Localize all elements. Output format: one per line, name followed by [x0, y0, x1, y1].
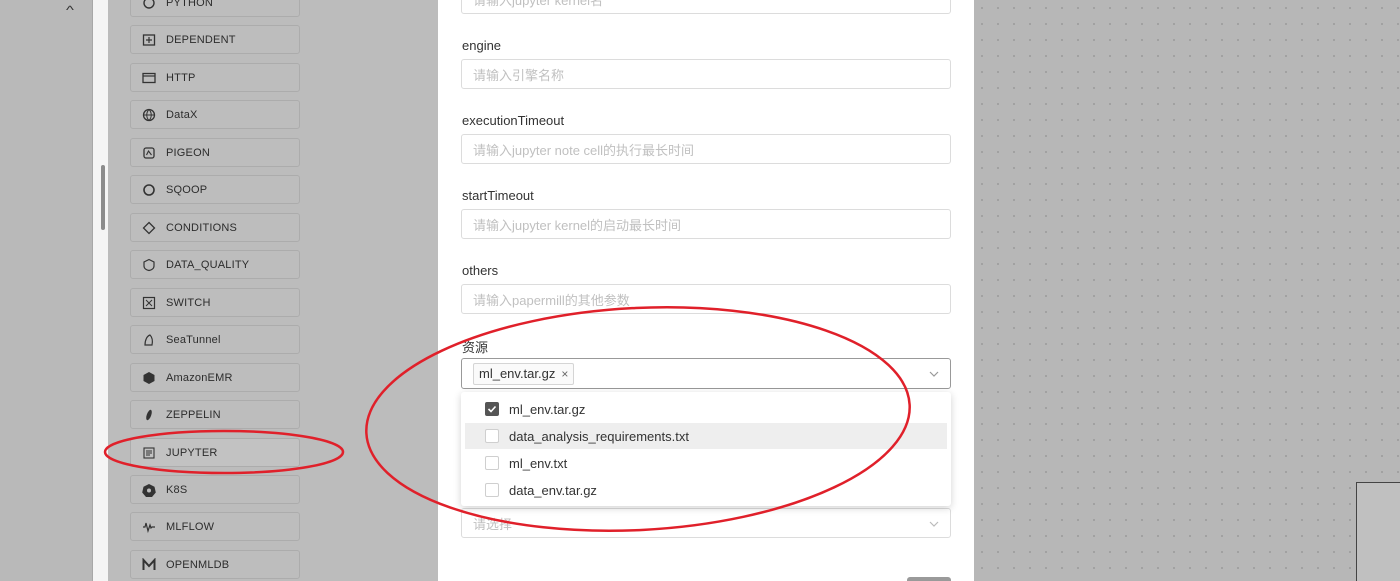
- amazonemr-icon: [142, 371, 156, 385]
- task-label: ZEPPELIN: [166, 408, 221, 421]
- chevron-down-icon[interactable]: [928, 518, 940, 530]
- datax-icon: [142, 108, 156, 122]
- task-item-mlflow[interactable]: MLFLOW: [130, 512, 300, 541]
- zeppelin-icon: [142, 408, 156, 422]
- checkbox[interactable]: [485, 456, 499, 470]
- http-icon: [142, 71, 156, 85]
- openmldb-icon: [142, 557, 156, 572]
- dependent-icon: [142, 33, 156, 47]
- task-label: SWITCH: [166, 296, 211, 309]
- task-label: JUPYTER: [166, 446, 218, 459]
- others-label: others: [462, 263, 499, 278]
- checkbox[interactable]: [485, 429, 499, 443]
- k8s-icon: [142, 483, 156, 497]
- task-label: MLFLOW: [166, 520, 215, 533]
- task-label: DataX: [166, 108, 198, 121]
- resources-label: 资源: [462, 340, 489, 355]
- execution-timeout-input[interactable]: 请输入jupyter note cell的执行最长时间: [461, 134, 951, 164]
- task-label: K8S: [166, 483, 188, 496]
- kernel-input[interactable]: 请输入jupyter kernel名: [461, 0, 951, 14]
- task-label: OPENMLDB: [166, 558, 230, 571]
- task-label: PIGEON: [166, 146, 210, 159]
- option-label: data_env.tar.gz: [509, 482, 597, 498]
- task-item-pigeon[interactable]: PIGEON: [130, 138, 300, 167]
- switch-icon: [142, 296, 156, 310]
- dropdown-option[interactable]: data_analysis_requirements.txt: [465, 423, 947, 449]
- others-input[interactable]: 请输入papermill的其他参数: [461, 284, 951, 314]
- task-item-data-quality[interactable]: DATA_QUALITY: [130, 250, 300, 279]
- task-label: SeaTunnel: [166, 333, 221, 346]
- workflow-canvas[interactable]: [974, 0, 1400, 581]
- task-item-amazonemr[interactable]: AmazonEMR: [130, 363, 300, 392]
- task-item-openmldb[interactable]: OPENMLDB: [130, 550, 300, 579]
- option-label: ml_env.tar.gz: [509, 401, 586, 417]
- start-timeout-input[interactable]: 请输入jupyter kernel的启动最长时间: [461, 209, 951, 239]
- jupyter-icon: [142, 446, 156, 460]
- sidebar-scrollbar[interactable]: [101, 165, 105, 230]
- conditions-icon: [142, 221, 156, 235]
- task-item-k8s[interactable]: K8S: [130, 475, 300, 504]
- chevron-down-icon[interactable]: [928, 368, 940, 380]
- close-icon[interactable]: ×: [561, 367, 568, 381]
- task-item-python[interactable]: PYTHON: [130, 0, 300, 17]
- task-item-sqoop[interactable]: SQOOP: [130, 175, 300, 204]
- resources-select[interactable]: ml_env.tar.gz ×: [461, 358, 951, 389]
- tag-label: ml_env.tar.gz: [479, 366, 556, 381]
- task-item-switch[interactable]: SWITCH: [130, 288, 300, 317]
- left-sidebar-strip: ^: [0, 0, 93, 581]
- next-select-placeholder: 请选择: [473, 516, 513, 532]
- task-label: PYTHON: [166, 0, 214, 9]
- checkbox-checked[interactable]: [485, 402, 499, 416]
- confirm-button[interactable]: [907, 577, 951, 581]
- task-label: DATA_QUALITY: [166, 258, 250, 271]
- canvas-node[interactable]: [1356, 482, 1400, 581]
- task-item-zeppelin[interactable]: ZEPPELIN: [130, 400, 300, 429]
- engine-label: engine: [462, 38, 502, 53]
- task-item-datax[interactable]: DataX: [130, 100, 300, 129]
- task-label: DEPENDENT: [166, 33, 236, 46]
- next-select[interactable]: 请选择: [461, 508, 951, 538]
- dropdown-option[interactable]: ml_env.tar.gz: [465, 396, 947, 422]
- execution-timeout-label: executionTimeout: [462, 113, 565, 128]
- resources-dropdown: ml_env.tar.gz data_analysis_requirements…: [461, 392, 951, 506]
- dropdown-option[interactable]: ml_env.txt: [465, 450, 947, 476]
- chevron-up-icon[interactable]: ^: [59, 2, 81, 18]
- seatunnel-icon: [142, 333, 156, 347]
- task-item-dependent[interactable]: DEPENDENT: [130, 25, 300, 54]
- data-quality-icon: [142, 258, 156, 272]
- task-label: CONDITIONS: [166, 221, 238, 234]
- python-icon: [142, 0, 156, 10]
- task-label: HTTP: [166, 71, 196, 84]
- checkbox[interactable]: [485, 483, 499, 497]
- task-item-seatunnel[interactable]: SeaTunnel: [130, 325, 300, 354]
- option-label: data_analysis_requirements.txt: [509, 428, 689, 444]
- dropdown-option[interactable]: data_env.tar.gz: [465, 477, 947, 503]
- task-item-conditions[interactable]: CONDITIONS: [130, 213, 300, 242]
- mlflow-icon: [142, 520, 156, 534]
- option-label: ml_env.txt: [509, 455, 568, 471]
- start-timeout-label: startTimeout: [462, 188, 534, 203]
- sqoop-icon: [142, 183, 156, 197]
- task-item-http[interactable]: HTTP: [130, 63, 300, 92]
- task-item-jupyter[interactable]: JUPYTER: [130, 438, 300, 467]
- task-label: AmazonEMR: [166, 371, 233, 384]
- selected-resource-tag: ml_env.tar.gz ×: [473, 362, 575, 385]
- task-label: SQOOP: [166, 183, 208, 196]
- pigeon-icon: [142, 146, 156, 160]
- engine-input[interactable]: 请输入引擎名称: [461, 59, 951, 89]
